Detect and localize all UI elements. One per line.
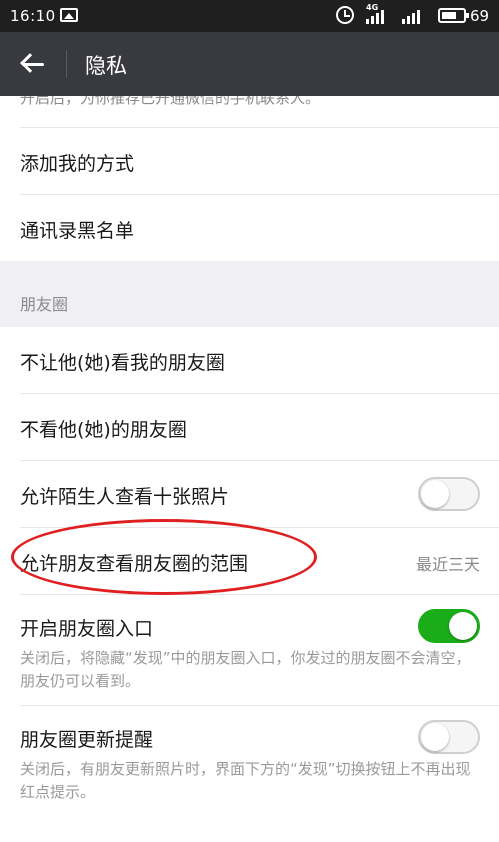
contacts-blacklist-item[interactable]: 通讯录黑名单 [0,195,499,261]
battery-icon [438,8,469,23]
contact-recommend-text: 开启后，为你推荐已开通微信的手机联系人。 [20,96,321,107]
block-from-moments-item[interactable]: 不让他(她)看我的朋友圈 [0,327,499,393]
moments-section-header: 朋友圈 [0,261,499,327]
moments-range-value: 最近三天 [415,555,480,574]
add-me-methods-item[interactable]: 添加我的方式 [0,128,499,194]
stranger-photos-item: 允许陌生人查看十张照片 [0,461,499,527]
contact-recommend-desc: 开启后，为你推荐已开通微信的手机联系人。 [0,96,499,127]
image-notification-icon [60,8,78,22]
action-bar: 隐私 [0,32,499,96]
battery-level: 69 [470,7,490,25]
back-arrow-icon[interactable] [18,50,48,78]
moments-update-toggle[interactable] [418,720,480,754]
item-label: 不让他(她)看我的朋友圈 [20,352,225,374]
moments-range-item[interactable]: 允许朋友查看朋友圈的范围 最近三天 [0,528,499,594]
page-title: 隐私 [85,54,127,78]
item-label: 添加我的方式 [20,153,135,175]
moments-entry-toggle[interactable] [418,609,480,643]
status-time: 16:10 [10,7,56,25]
item-label: 允许朋友查看朋友圈的范围 [20,553,249,575]
moments-update-desc: 关闭后，有朋友更新照片时，界面下方的“发现”切换按钮上不再出现红点提示。 [20,760,471,801]
item-label: 允许陌生人查看十张照片 [20,486,230,508]
section-title: 朋友圈 [20,295,69,314]
header-divider [66,50,67,78]
hide-their-moments-item[interactable]: 不看他(她)的朋友圈 [0,394,499,460]
status-bar: 16:10 4G 69 [0,0,499,32]
moments-entry-desc: 关闭后，将隐藏“发现”中的朋友圈入口，你发过的朋友圈不会清空，朋友仍可以看到。 [20,649,471,690]
signal-icon [402,8,420,24]
item-label: 朋友圈更新提醒 [20,729,154,751]
item-label: 不看他(她)的朋友圈 [20,419,187,441]
settings-list: 开启后，为你推荐已开通微信的手机联系人。 添加我的方式 通讯录黑名单 朋友圈 不… [0,96,499,816]
signal-icon [366,8,384,24]
moments-entry-item: 开启朋友圈入口 关闭后，将隐藏“发现”中的朋友圈入口，你发过的朋友圈不会清空，朋… [0,595,499,705]
moments-update-item: 朋友圈更新提醒 关闭后，有朋友更新照片时，界面下方的“发现”切换按钮上不再出现红… [0,706,499,816]
item-label: 通讯录黑名单 [20,220,135,242]
stranger-photos-toggle[interactable] [418,477,480,511]
item-label: 开启朋友圈入口 [20,618,154,640]
alarm-icon [336,6,354,24]
